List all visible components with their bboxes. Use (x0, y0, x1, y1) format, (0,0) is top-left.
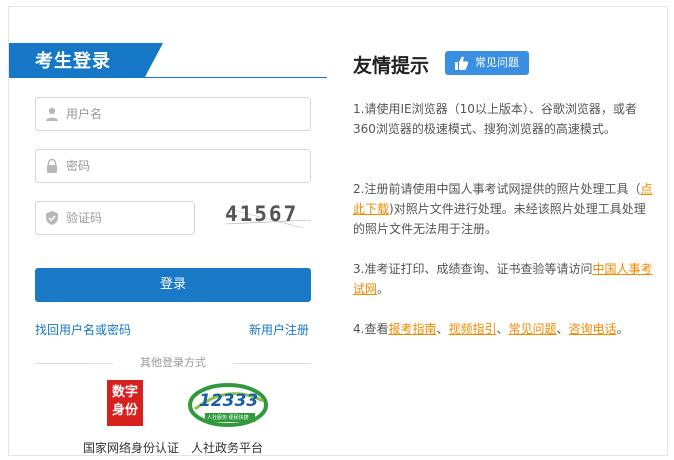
hrss-caption: 人社政务平台 (191, 441, 264, 455)
digital-identity-caption: 国家网络身份认证 (83, 441, 180, 455)
login-button[interactable]: 登录 (35, 268, 311, 302)
other-login-divider: 其他登录方式 (35, 356, 311, 370)
shield-icon (46, 211, 58, 225)
title-underline (9, 77, 327, 78)
faq-badge[interactable]: 常见问题 (445, 51, 529, 75)
hrss-logo-number: 12333 (199, 391, 259, 411)
tip-item-1: 1.请使用IE浏览器（10以上版本）、谷歌浏览器，或者360浏览器的极速模式、搜… (353, 102, 637, 136)
tip4-sep1: 、 (436, 322, 449, 336)
captcha-field[interactable] (35, 201, 195, 235)
tip-item-2: 2.注册前请使用中国人事考试网提供的照片处理工具（点此下载)对照片文件进行处理。… (353, 179, 653, 239)
login-title: 考生登录 (35, 51, 111, 72)
hrss-12333-logo[interactable]: 12333 人社服务·便民快捷 (187, 379, 269, 429)
password-field[interactable] (35, 149, 311, 183)
exam-guide-link[interactable]: 报考指南 (388, 322, 436, 336)
video-guide-link[interactable]: 视频指引 (448, 322, 496, 336)
faq-badge-label: 常见问题 (475, 56, 519, 69)
tip-item-3: 3.准考证打印、成绩查询、证书查验等请访问中国人事考试网。 (353, 259, 653, 299)
tip4-sep2: 、 (496, 322, 509, 336)
lock-icon (47, 158, 57, 173)
tips-title: 友情提示 (353, 55, 430, 77)
tip2-post: )对照片文件进行处理。未经该照片处理工具处理的照片文件无法用于注册。 (353, 202, 646, 236)
hrss-logo-small: 人社服务·便民快捷 (207, 415, 249, 421)
page-frame: 考生登录 用户名 验证码 41567 登录 找回用户名或密码 新用户注册 其他登… (8, 6, 668, 456)
tip-item-4: 4.查看报考指南、视频指引、常见问题、咨询电话。 (353, 319, 653, 339)
login-title-ribbon: 考生登录 (9, 43, 163, 77)
tip3-pre: 3.准考证打印、成绩查询、证书查验等请访问 (353, 262, 593, 276)
tip2-pre: 2.注册前请使用中国人事考试网提供的照片处理工具（ (353, 182, 641, 196)
username-input[interactable] (66, 98, 306, 130)
digital-identity-logo[interactable]: 数字 身份 (107, 380, 143, 426)
faq-link[interactable]: 常见问题 (509, 322, 557, 336)
password-input[interactable] (66, 150, 306, 182)
register-link[interactable]: 新用户注册 (249, 321, 309, 338)
tip4-post: 。 (616, 322, 629, 336)
captcha-input[interactable] (66, 202, 186, 234)
logo1-line1: 数字 (111, 385, 138, 400)
thumbs-up-icon (455, 56, 469, 70)
logo1-line2: 身份 (111, 403, 138, 418)
other-login-label: 其他登录方式 (140, 356, 206, 369)
captcha-text: 41567 (225, 202, 299, 226)
tip4-sep3: 、 (556, 322, 569, 336)
tip4-pre: 4.查看 (353, 322, 389, 336)
username-field[interactable] (35, 97, 311, 131)
user-icon (46, 107, 58, 121)
forgot-password-link[interactable]: 找回用户名或密码 (35, 321, 131, 338)
hotline-link[interactable]: 咨询电话 (569, 322, 617, 336)
tip3-post: 。 (377, 282, 390, 296)
captcha-image[interactable]: 41567 (223, 202, 313, 232)
